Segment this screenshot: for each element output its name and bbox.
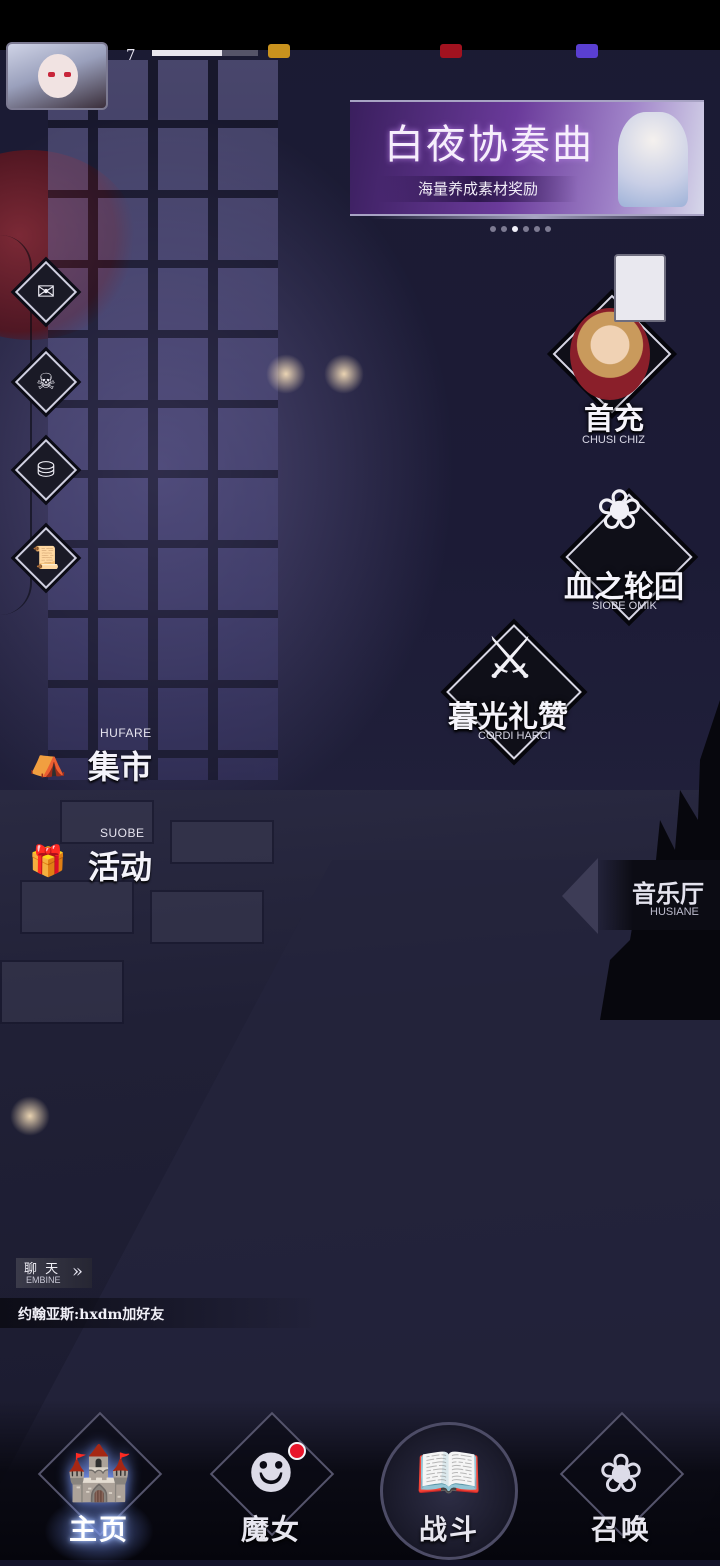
floor-tile [0, 960, 124, 1024]
market-icon: ⛺ [29, 743, 67, 779]
chat-tab-sub: EMBINE [26, 1275, 61, 1285]
banner-subtitle: 海量养成素材奖励 [378, 176, 578, 202]
event-icon: 🎁 [29, 843, 67, 879]
crystal-icon [576, 44, 598, 58]
chat-message-text: 约翰亚斯:hxdm加好友 [18, 1307, 165, 1323]
gold-icon [268, 44, 290, 58]
banner-dot[interactable] [534, 226, 540, 232]
candle-flame [266, 354, 306, 394]
ghost-button[interactable]: ☠ [14, 350, 78, 414]
window-mullion [48, 260, 278, 268]
window-mullion [48, 540, 278, 548]
avatar-eye [64, 72, 71, 77]
nav-summon[interactable]: ❀ 召唤 [546, 1400, 696, 1560]
music-hall-arrow [562, 858, 598, 934]
chat-message[interactable]: 约翰亚斯:hxdm加好友 [0, 1298, 320, 1328]
nav-label: 魔女 [240, 1513, 301, 1546]
banner-dot[interactable] [490, 226, 496, 232]
window-mullion [88, 60, 98, 780]
first-charge-button[interactable]: 首充 CHUSI CHIZ [548, 250, 698, 450]
chef-hat [614, 254, 666, 322]
first-charge-caption: CHUSI CHIZ [582, 434, 645, 446]
mail-icon: ✉ [36, 279, 56, 305]
nav-battle[interactable]: 📖 战斗 [374, 1400, 524, 1560]
nav-witch[interactable]: ☻ 魔女 [196, 1400, 346, 1560]
scroll-button[interactable]: 📜 [14, 526, 78, 590]
side-link-sub: HUFARE [100, 726, 152, 740]
music-hall-button[interactable]: 音乐厅 HUSIANE [562, 858, 720, 934]
banner-dot[interactable] [501, 226, 507, 232]
side-link-event[interactable]: 🎁 SUOBE 活动 [12, 826, 212, 896]
window-mullion [48, 120, 278, 128]
candle-flame [324, 354, 364, 394]
window-mullion [48, 190, 278, 198]
bottom-navigation: 🏰 主页 ☻ 魔女 📖 战斗 ❀ 召唤 [0, 1400, 720, 1566]
window-mullion [48, 400, 278, 408]
winged-sword-icon: ⚔ [484, 624, 536, 692]
window-mullion [48, 330, 278, 338]
music-hall-caption: HUSIANE [650, 906, 699, 918]
bag-button[interactable]: ⛁ [14, 438, 78, 502]
player-level: 7 [126, 46, 136, 64]
event-banner[interactable]: 白夜协奏曲 海量养成素材奖励 [350, 100, 704, 216]
scroll-icon: 📜 [32, 545, 60, 571]
avatar-face [38, 54, 78, 98]
battle-icon: 📖 [415, 1441, 483, 1504]
window-mullion [148, 60, 158, 780]
nav-label: 召唤 [590, 1513, 651, 1546]
home-icon: 🏰 [65, 1441, 133, 1504]
banner-dot[interactable] [523, 226, 529, 232]
blood-cycle-caption: SIOBE OMIK [592, 600, 657, 612]
banner-dot[interactable] [545, 226, 551, 232]
gothic-window [48, 60, 278, 780]
notification-badge [288, 1442, 306, 1460]
twilight-tribute-button[interactable]: ⚔ 暮光礼赞 CORDI HARCI [440, 604, 590, 784]
ghost-icon: ☠ [36, 369, 56, 395]
twilight-caption: CORDI HARCI [478, 730, 551, 742]
window-mullion [48, 680, 278, 688]
blood-gem-icon [440, 44, 462, 58]
xp-bar-fill [152, 50, 222, 56]
nav-home[interactable]: 🏰 主页 [24, 1400, 174, 1566]
banner-pagination [490, 226, 551, 232]
banner-divider [370, 216, 700, 219]
side-link-label: 活动 [88, 848, 153, 886]
window-mullion [208, 60, 218, 780]
bag-icon: ⛁ [36, 457, 56, 483]
nav-label: 主页 [68, 1513, 129, 1546]
status-bar [0, 0, 720, 50]
mail-button[interactable]: ✉ [14, 260, 78, 324]
rose-icon: ❀ [596, 478, 643, 543]
first-charge-title: 首充 [584, 402, 644, 437]
music-hall-title: 音乐厅 [632, 879, 704, 908]
banner-dot[interactable] [512, 226, 518, 232]
banner-title: 白夜协奏曲 [384, 122, 594, 168]
floor-tile [150, 890, 264, 944]
banner-character [618, 112, 688, 207]
avatar-eye [48, 72, 55, 77]
chevron-right-icon: » [72, 1261, 84, 1282]
side-link-market[interactable]: ⛺ HUFARE 集市 [12, 726, 212, 796]
window-mullion [48, 610, 278, 618]
xp-bar [152, 50, 258, 56]
side-link-label: 集市 [88, 748, 153, 786]
side-link-sub: SUOBE [100, 826, 145, 840]
summon-icon: ❀ [598, 1441, 644, 1505]
window-mullion [48, 470, 278, 478]
candle-flame [10, 1096, 50, 1136]
chat-tab[interactable]: 聊 天 EMBINE » [16, 1258, 92, 1288]
nav-label: 战斗 [418, 1513, 479, 1546]
player-avatar[interactable] [6, 42, 108, 110]
